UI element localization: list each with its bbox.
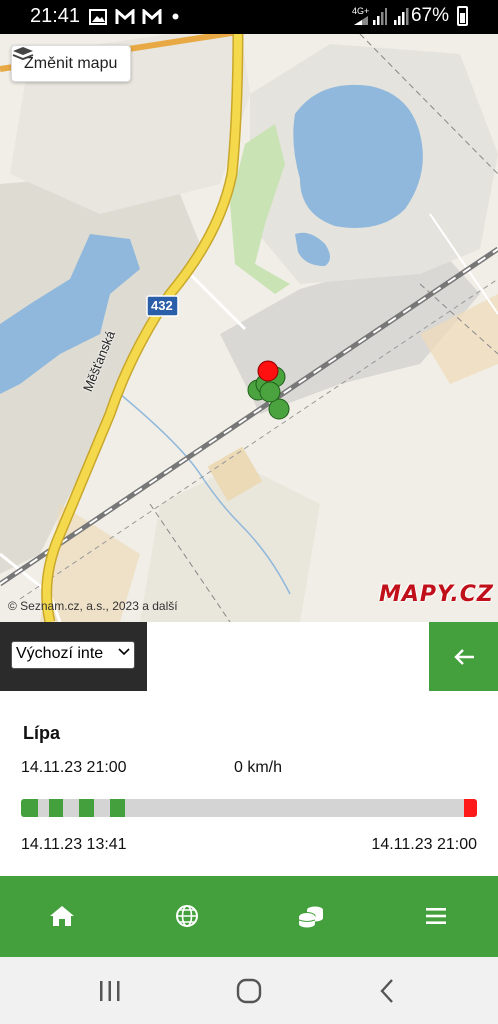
recents-icon[interactable] [95,977,125,1005]
nav-home-button[interactable] [44,898,80,934]
home-icon [50,906,74,926]
map-copyright[interactable]: © Seznam.cz, a.s., 2023 a další [8,599,178,613]
coins-icon [298,906,323,928]
map-canvas[interactable] [0,34,498,622]
change-map-label: Změnit mapu [24,54,118,72]
home-circle-icon[interactable] [234,977,264,1005]
back-button[interactable] [429,622,498,691]
status-time: 21:41 [30,5,81,27]
select-value: Výchozí inte [16,645,104,662]
nav-menu-button[interactable] [418,898,454,934]
battery-indicator: 67% [411,5,468,27]
road-number-label: 432 [151,298,173,313]
timeline-start: 14.11.23 13:41 [21,836,127,853]
system-navigation-bar [0,957,498,1024]
timeline-segment [21,799,38,817]
network-type: 4G+ [352,6,370,16]
speed-value: 0 km/h [234,759,283,776]
chevron-down-icon [118,645,130,660]
arrow-left-icon [453,648,474,665]
control-row: Výchozí inte [0,622,498,691]
device-info-panel: Lípa 14.11.23 21:00 0 km/h 14.11.23 13:4… [0,691,498,876]
change-map-button[interactable]: Změnit mapu [11,45,132,82]
bottom-navigation [0,876,498,957]
status-bar: 21:41 4G+ 67% [0,0,498,34]
back-chevron-icon[interactable] [373,977,403,1005]
image-icon [89,9,107,25]
device-name: Lípa [23,723,61,743]
signal-icon [394,8,409,25]
globe-icon [176,905,198,927]
timeline-segment [79,799,94,817]
timeline-current-marker [464,799,477,817]
nav-coins-button[interactable] [293,898,329,934]
select-container: Výchozí inte [0,622,147,691]
timeline-segment [110,799,125,817]
gmail-icon [115,9,135,24]
timeline-bar[interactable] [21,799,477,817]
map-view[interactable]: 432 Měšťanská Změnit mapu © Seznam.cz, a… [0,34,498,622]
mapy-cz-logo: MAPY.CZ [379,582,494,607]
nav-globe-button[interactable] [169,898,205,934]
last-datetime: 14.11.23 21:00 [21,759,127,776]
app-root: 21:41 4G+ 67% 432 Měšťanská Změnit mapu … [0,0,498,1024]
battery-icon [457,6,468,26]
gmail-icon [142,9,162,24]
timeline-end: 14.11.23 21:00 [371,836,477,853]
signal-icon [373,8,387,25]
timeline-segment [49,799,63,817]
map-view-select[interactable]: Výchozí inte [11,641,135,669]
battery-percent: 67% [410,5,449,26]
layers-icon [12,47,34,61]
dot-icon [172,13,179,20]
menu-icon [426,908,446,924]
signal-icon [354,16,368,25]
